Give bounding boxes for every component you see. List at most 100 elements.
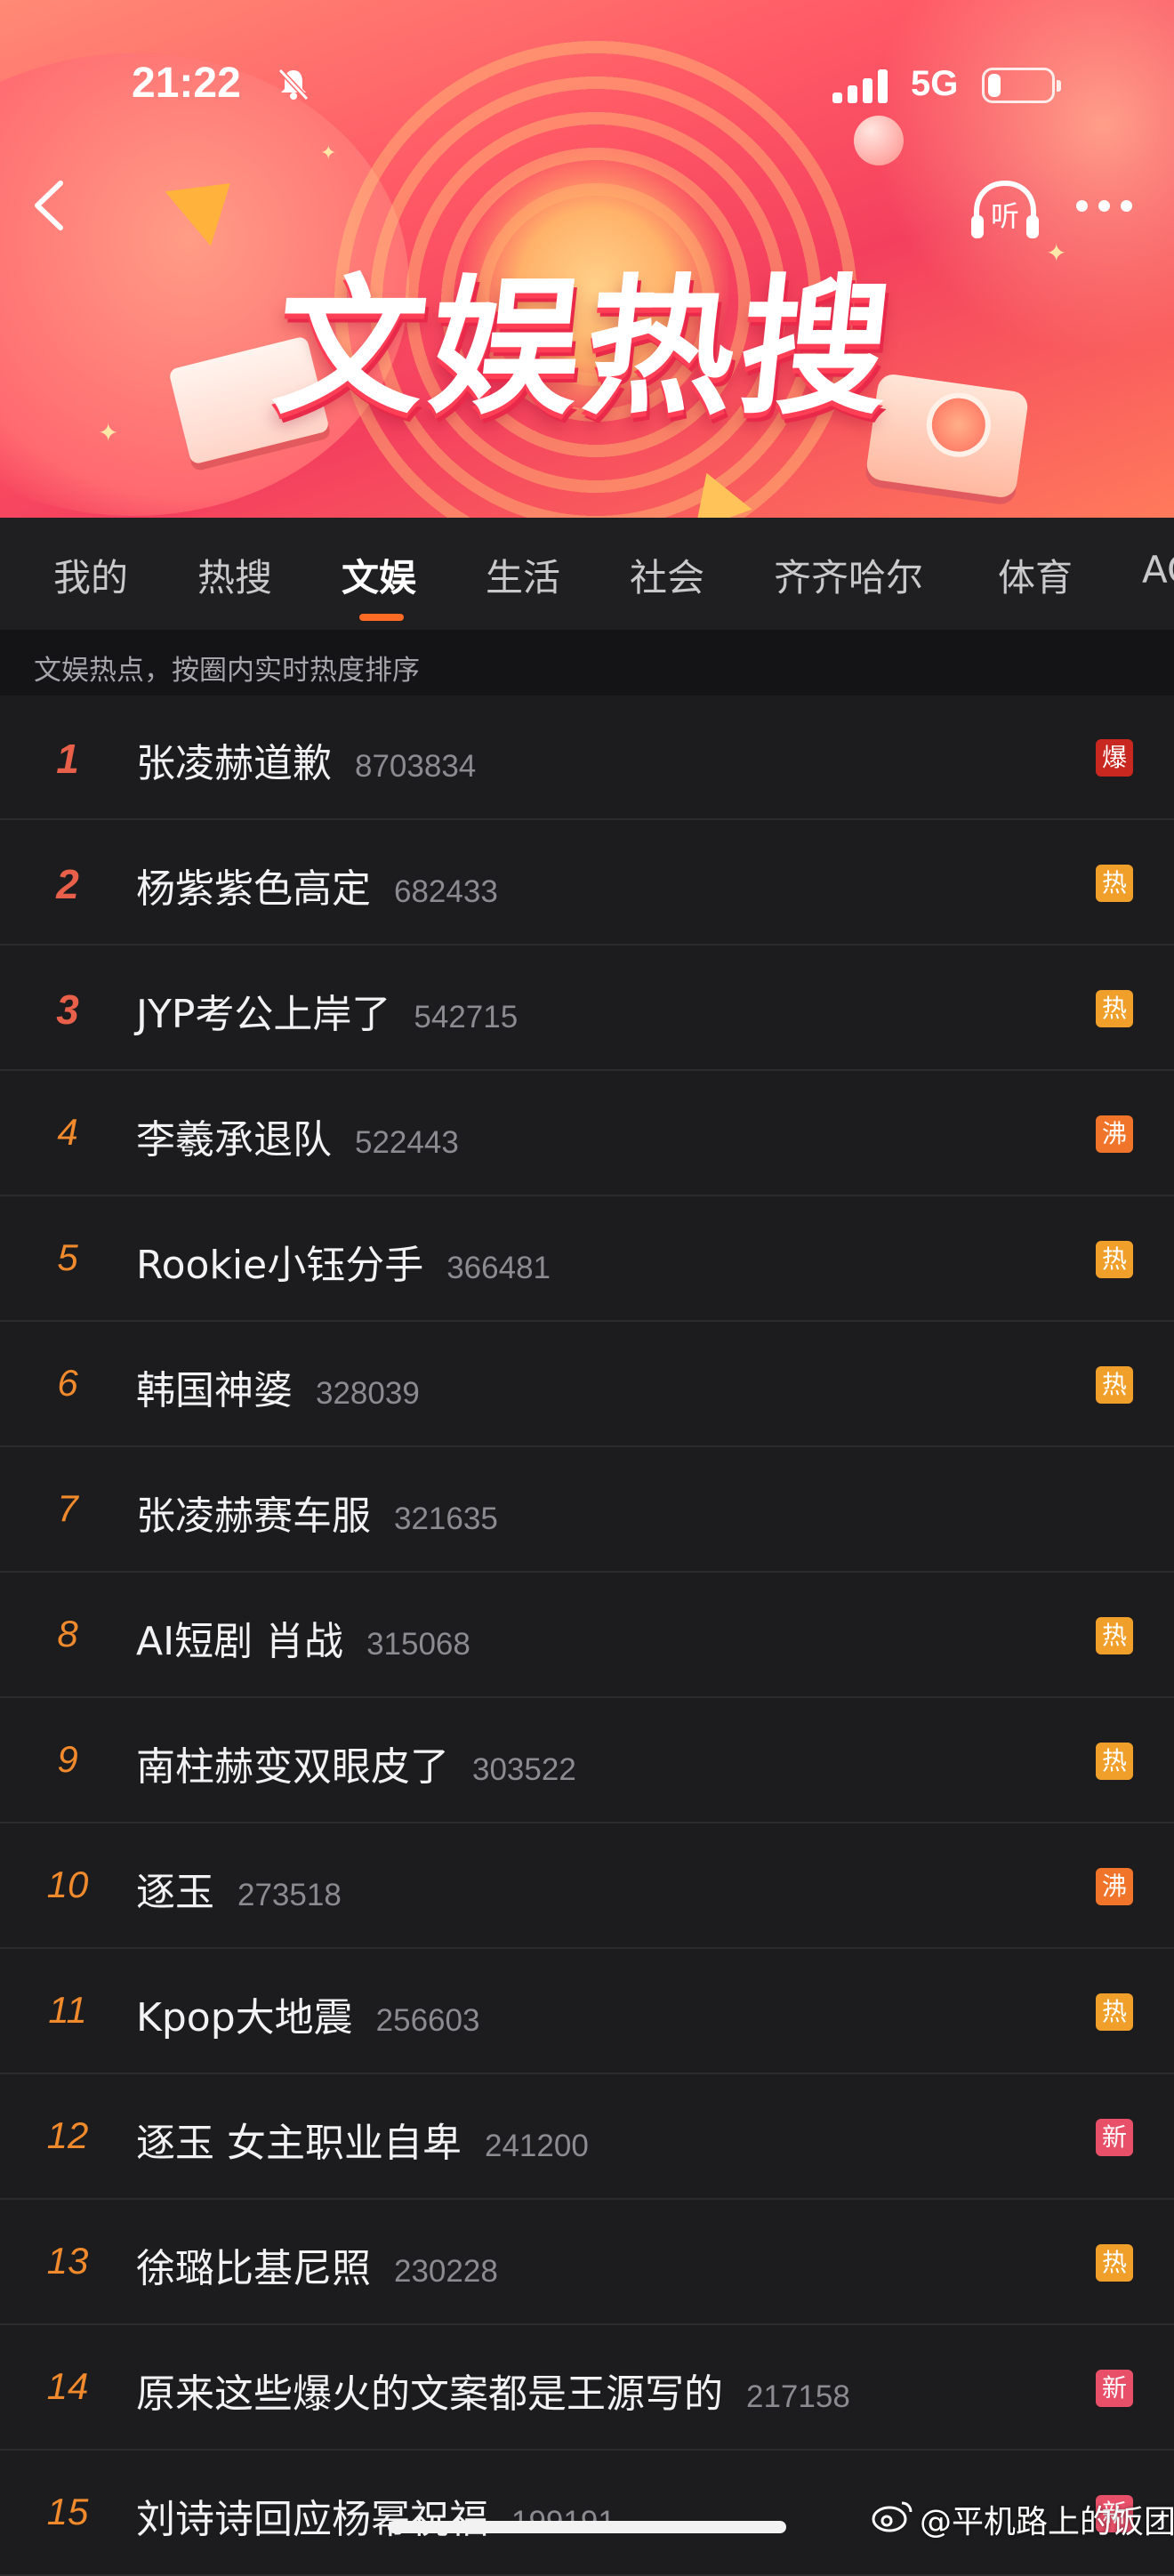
- trend-title-line: 韩国神婆 328039: [136, 1358, 420, 1415]
- trend-title-line: 南柱赫变双眼皮了 303522: [136, 1735, 576, 1791]
- trend-title: 南柱赫变双眼皮了: [136, 1744, 449, 1790]
- trend-title: 徐璐比基尼照: [136, 2246, 371, 2291]
- tab-ac[interactable]: AC: [1142, 548, 1174, 592]
- trend-row[interactable]: 8 AI短剧 肖战 315068 热: [0, 1574, 1174, 1698]
- trend-row[interactable]: 11 Kpop大地震 256603 热: [0, 1950, 1174, 2074]
- trend-title-line: 李羲承退队 522443: [136, 1107, 459, 1164]
- trend-rank: 5: [57, 1236, 78, 1278]
- trend-row[interactable]: 1 张凌赫道歉 8703834 爆: [0, 696, 1174, 820]
- network-type: 5G: [911, 64, 959, 103]
- tab-hot-search[interactable]: 热搜: [197, 548, 272, 602]
- trend-title: 李羲承退队: [136, 1117, 332, 1163]
- trend-heat-count: 230228: [394, 2254, 498, 2289]
- trend-title: 逐玉 女主职业自卑: [136, 2121, 462, 2166]
- trend-heat-count: 315068: [366, 1627, 470, 1662]
- trend-title: 杨紫紫色高定: [136, 866, 371, 912]
- trend-rank: 3: [56, 986, 79, 1033]
- trend-title-line: AI短剧 肖战 315068: [136, 1609, 470, 1666]
- back-chevron-icon[interactable]: [25, 174, 78, 237]
- weibo-logo-icon: [872, 2501, 913, 2532]
- trend-title: AI短剧 肖战: [136, 1619, 344, 1664]
- trend-heat-count: 217158: [746, 2379, 850, 2414]
- tab-life[interactable]: 生活: [486, 548, 560, 602]
- list-subtitle: 文娱热点，按圈内实时热度排序: [34, 655, 420, 687]
- trend-heat-count: 682433: [394, 874, 498, 909]
- trend-badge: 热: [1096, 990, 1133, 1027]
- sparkle-icon: ✦: [320, 142, 337, 165]
- trend-heat-count: 328039: [316, 1376, 420, 1411]
- trend-row[interactable]: 4 李羲承退队 522443 沸: [0, 1072, 1174, 1196]
- trend-row[interactable]: 6 韩国神婆 328039 热: [0, 1323, 1174, 1447]
- trend-heat-count: 241200: [485, 2129, 589, 2163]
- trend-title: 原来这些爆火的文案都是王源写的: [136, 2371, 723, 2417]
- category-tabs: 我的 热搜 文娱 生活 社会 齐齐哈尔 体育 AC: [0, 518, 1174, 630]
- trend-row[interactable]: 13 徐璐比基尼照 230228 热: [0, 2201, 1174, 2325]
- more-options-icon[interactable]: [1076, 197, 1133, 217]
- trend-rank: 9: [57, 1738, 78, 1780]
- cellular-signal-icon: [832, 69, 895, 103]
- trend-rank: 14: [46, 2365, 89, 2407]
- trend-title: 张凌赫赛车服: [136, 1493, 371, 1539]
- trend-row[interactable]: 14 原来这些爆火的文案都是王源写的 217158 新: [0, 2326, 1174, 2451]
- tab-mine[interactable]: 我的: [53, 548, 128, 602]
- trend-rank: 7: [57, 1487, 78, 1529]
- tab-society[interactable]: 社会: [630, 548, 704, 602]
- trend-rank: 15: [46, 2491, 89, 2532]
- trend-row[interactable]: 12 逐玉 女主职业自卑 241200 新: [0, 2075, 1174, 2200]
- trend-rank: 8: [57, 1613, 78, 1654]
- trend-heat-count: 273518: [237, 1878, 342, 1912]
- home-indicator[interactable]: [388, 2521, 786, 2533]
- trend-badge: 热: [1096, 1993, 1133, 2031]
- trend-title-line: Kpop大地震 256603: [136, 1985, 479, 2042]
- trend-row[interactable]: 2 杨紫紫色高定 682433 热: [0, 821, 1174, 946]
- trend-rank: 11: [48, 1989, 87, 2031]
- trend-row[interactable]: 3 JYP考公上岸了 542715 热: [0, 946, 1174, 1071]
- tab-sports[interactable]: 体育: [998, 548, 1073, 602]
- trend-badge: 爆: [1096, 739, 1133, 777]
- trend-rank: 10: [46, 1864, 89, 1905]
- trend-rank: 12: [46, 2114, 89, 2156]
- banner-title: 文娱热搜: [267, 261, 905, 435]
- trend-heat-count: 8703834: [355, 749, 477, 784]
- trend-row[interactable]: 5 Rookie小钰分手 366481 热: [0, 1197, 1174, 1322]
- trend-rank: 13: [46, 2240, 89, 2282]
- headphones-listen-icon[interactable]: 听: [969, 178, 1041, 244]
- tab-entertainment[interactable]: 文娱: [342, 548, 416, 602]
- trend-title-line: 逐玉 273518: [136, 1860, 342, 1917]
- trend-badge: 新: [1096, 2370, 1133, 2407]
- trend-badge: 热: [1096, 1366, 1133, 1404]
- trend-rank: 4: [57, 1111, 78, 1153]
- trend-title: Rookie小钰分手: [136, 1243, 424, 1288]
- trend-title-line: 刘诗诗回应杨幂祝福199191: [136, 2487, 615, 2544]
- trend-row[interactable]: 9 南柱赫变双眼皮了 303522 热: [0, 1699, 1174, 1823]
- trend-rank: 6: [57, 1362, 78, 1404]
- trend-heat-count: 256603: [375, 2003, 480, 2038]
- subtitle-bar: 文娱热点，按圈内实时热度排序: [0, 630, 1174, 696]
- trend-heat-count: 303522: [472, 1752, 576, 1787]
- trend-title: 逐玉: [136, 1870, 214, 1915]
- trend-title-line: JYP考公上岸了 542715: [136, 982, 518, 1039]
- trend-title-line: Rookie小钰分手 366481: [136, 1233, 551, 1290]
- trend-badge: 热: [1096, 1743, 1133, 1780]
- tab-qiqihar[interactable]: 齐齐哈尔: [774, 548, 923, 602]
- trend-rank: 2: [56, 861, 79, 907]
- trend-badge: 热: [1096, 1617, 1133, 1654]
- trend-title: 韩国神婆: [136, 1368, 293, 1413]
- trend-title-line: 张凌赫赛车服 321635: [136, 1484, 498, 1541]
- trend-title: Kpop大地震: [136, 1995, 353, 2041]
- trend-title-line: 张凌赫道歉 8703834: [136, 731, 476, 788]
- trend-row[interactable]: 7 张凌赫赛车服 321635: [0, 1448, 1174, 1573]
- trend-title: JYP考公上岸了: [136, 992, 391, 1037]
- silent-bell-icon: [277, 68, 310, 101]
- active-tab-indicator: [359, 614, 404, 621]
- trend-badge: 新: [1096, 2119, 1133, 2156]
- trend-badge: 热: [1096, 865, 1133, 902]
- trend-row[interactable]: 10 逐玉 273518 沸: [0, 1824, 1174, 1949]
- trend-title-line: 逐玉 女主职业自卑 241200: [136, 2111, 589, 2168]
- trend-title-line: 原来这些爆火的文案都是王源写的 217158: [136, 2362, 850, 2419]
- trend-heat-count: 366481: [446, 1251, 551, 1285]
- trend-badge: 沸: [1096, 1115, 1133, 1153]
- trend-heat-count: 321635: [394, 1501, 498, 1536]
- trend-badge: 热: [1096, 2244, 1133, 2282]
- trend-title: 刘诗诗回应杨幂祝福: [136, 2497, 488, 2542]
